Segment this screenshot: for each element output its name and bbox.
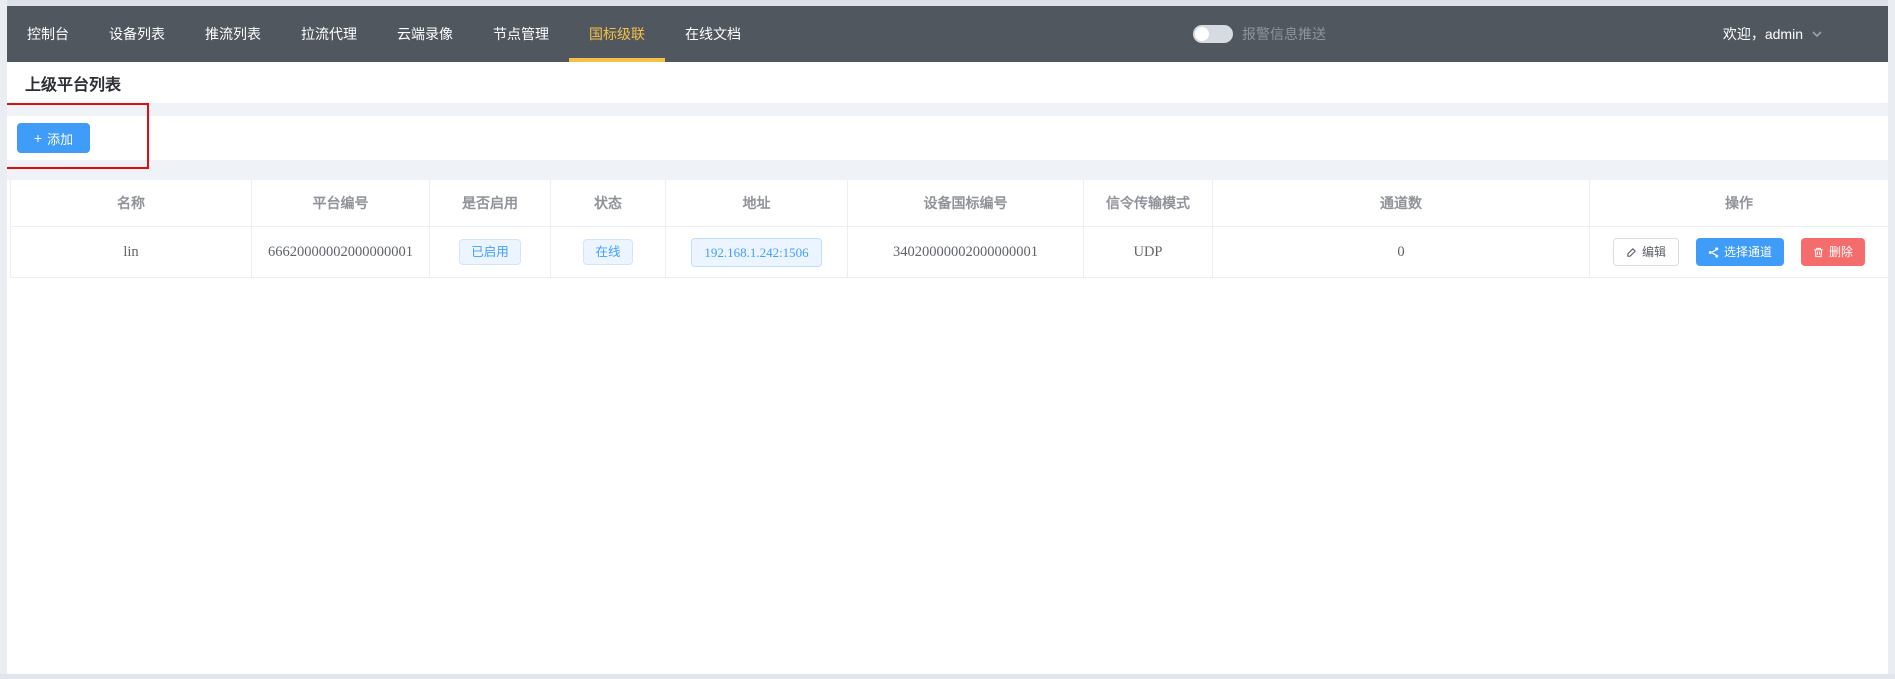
- tab-console[interactable]: 控制台: [7, 6, 89, 62]
- cell-transport-mode: UDP: [1084, 227, 1213, 277]
- chevron-down-icon: [1811, 28, 1823, 40]
- tab-device-list[interactable]: 设备列表: [89, 6, 185, 62]
- toggle-knob: [1195, 27, 1209, 41]
- tab-online-docs[interactable]: 在线文档: [665, 6, 761, 62]
- cell-platform-id: 66620000002000000001: [252, 227, 430, 277]
- window-edge-right: [1888, 0, 1895, 679]
- plus-icon: +: [34, 131, 42, 145]
- col-header-gb-device-id: 设备国标编号: [848, 180, 1084, 226]
- enabled-badge: 已启用: [459, 239, 521, 266]
- col-header-platform-id: 平台编号: [252, 180, 430, 226]
- tab-push-stream-list[interactable]: 推流列表: [185, 6, 281, 62]
- edit-button[interactable]: 编辑: [1613, 238, 1679, 266]
- tab-gb-cascade-active[interactable]: 国标级联: [569, 6, 665, 62]
- top-nav: 控制台 设备列表 推流列表 拉流代理 云端录像 节点管理 国标级联 在线文档 报…: [7, 6, 1888, 62]
- tab-cloud-recording[interactable]: 云端录像: [377, 6, 473, 62]
- edit-button-label: 编辑: [1642, 246, 1666, 258]
- col-header-actions: 操作: [1590, 180, 1889, 226]
- select-channel-button[interactable]: 选择通道: [1696, 238, 1784, 266]
- col-header-address: 地址: [666, 180, 848, 226]
- window-edge-left: [0, 0, 7, 679]
- trash-icon: [1813, 247, 1824, 258]
- delete-button-label: 删除: [1829, 246, 1853, 258]
- share-icon: [1708, 247, 1719, 258]
- delete-button[interactable]: 删除: [1801, 238, 1865, 266]
- separator-band: [7, 160, 1888, 180]
- pencil-icon: [1626, 247, 1637, 258]
- page-title: 上级平台列表: [25, 71, 121, 95]
- col-header-enabled: 是否启用: [430, 180, 551, 226]
- user-menu[interactable]: 欢迎，admin: [1723, 6, 1823, 62]
- separator-band: [7, 103, 1888, 116]
- cell-channel-count: 0: [1213, 227, 1590, 277]
- title-bar: 上级平台列表: [7, 62, 1888, 103]
- main-column: 控制台 设备列表 推流列表 拉流代理 云端录像 节点管理 国标级联 在线文档 报…: [7, 6, 1888, 674]
- row-actions: 编辑 选择通道 删除: [1613, 238, 1865, 266]
- alarm-push-toggle-group: 报警信息推送: [1193, 6, 1326, 62]
- platform-table-panel: 名称 平台编号 是否启用 状态 地址 设备国标编号 信令传输模式 通道数 操作 …: [7, 180, 1888, 674]
- cell-actions: 编辑 选择通道 删除: [1590, 227, 1889, 277]
- table-header: 名称 平台编号 是否启用 状态 地址 设备国标编号 信令传输模式 通道数 操作: [10, 180, 1889, 227]
- col-header-name: 名称: [10, 180, 252, 226]
- address-tag: 192.168.1.242:1506: [691, 238, 821, 267]
- alarm-push-toggle[interactable]: [1193, 25, 1233, 43]
- status-badge: 在线: [583, 239, 632, 266]
- cell-name: lin: [10, 227, 252, 277]
- tab-pull-stream-proxy[interactable]: 拉流代理: [281, 6, 377, 62]
- window-edge-bottom: [0, 674, 1895, 679]
- cell-gb-device-id: 34020000002000000001: [848, 227, 1084, 277]
- col-header-channel-count: 通道数: [1213, 180, 1590, 226]
- platform-table: 名称 平台编号 是否启用 状态 地址 设备国标编号 信令传输模式 通道数 操作 …: [10, 180, 1889, 278]
- welcome-admin-text: 欢迎，admin: [1723, 24, 1803, 44]
- select-channel-label: 选择通道: [1724, 246, 1772, 258]
- tab-node-management[interactable]: 节点管理: [473, 6, 569, 62]
- table-body: lin 66620000002000000001 已启用 在线 192.168.…: [10, 227, 1889, 278]
- table-row: lin 66620000002000000001 已启用 在线 192.168.…: [10, 227, 1889, 278]
- cell-address: 192.168.1.242:1506: [666, 227, 848, 277]
- add-button[interactable]: + 添加: [17, 123, 90, 153]
- cell-status: 在线: [551, 227, 666, 277]
- add-button-label: 添加: [47, 129, 73, 148]
- app-window: 控制台 设备列表 推流列表 拉流代理 云端录像 节点管理 国标级联 在线文档 报…: [0, 0, 1895, 679]
- toolbar: + 添加: [7, 116, 1888, 160]
- col-header-transport-mode: 信令传输模式: [1084, 180, 1213, 226]
- cell-enabled: 已启用: [430, 227, 551, 277]
- alarm-push-label: 报警信息推送: [1242, 24, 1326, 44]
- col-header-status: 状态: [551, 180, 666, 226]
